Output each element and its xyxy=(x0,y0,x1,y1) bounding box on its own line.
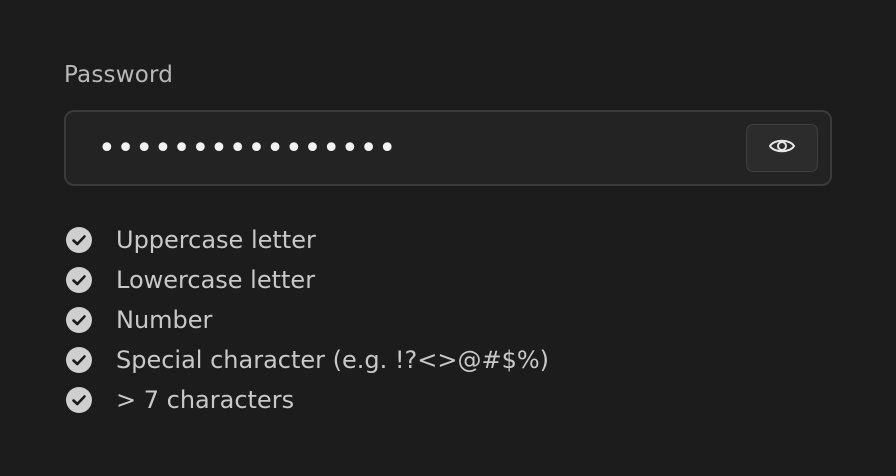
password-form: Password Uppercase letter Low xyxy=(64,58,832,436)
requirement-uppercase: Uppercase letter xyxy=(64,220,832,260)
check-circle-icon xyxy=(66,307,92,333)
check-circle-icon xyxy=(66,227,92,253)
check-circle-icon xyxy=(66,347,92,373)
password-field[interactable] xyxy=(64,110,832,186)
requirement-label: Lowercase letter xyxy=(116,266,316,294)
requirement-label: Number xyxy=(116,306,213,334)
requirement-number: Number xyxy=(64,300,832,340)
requirement-label: Special character (e.g. !?<>@#$%) xyxy=(116,346,550,374)
password-input[interactable] xyxy=(98,112,738,184)
check-circle-icon xyxy=(66,387,92,413)
requirement-lowercase: Lowercase letter xyxy=(64,260,832,300)
check-circle-icon xyxy=(66,267,92,293)
requirement-special-character: Special character (e.g. !?<>@#$%) xyxy=(64,340,832,380)
requirement-label: Uppercase letter xyxy=(116,226,316,254)
password-requirements-list: Uppercase letter Lowercase letter Number… xyxy=(64,220,832,420)
password-label: Password xyxy=(64,62,174,88)
show-password-button[interactable] xyxy=(746,124,818,172)
eye-icon xyxy=(768,136,796,160)
requirement-length: > 7 characters xyxy=(64,380,832,420)
requirement-label: > 7 characters xyxy=(116,386,295,414)
